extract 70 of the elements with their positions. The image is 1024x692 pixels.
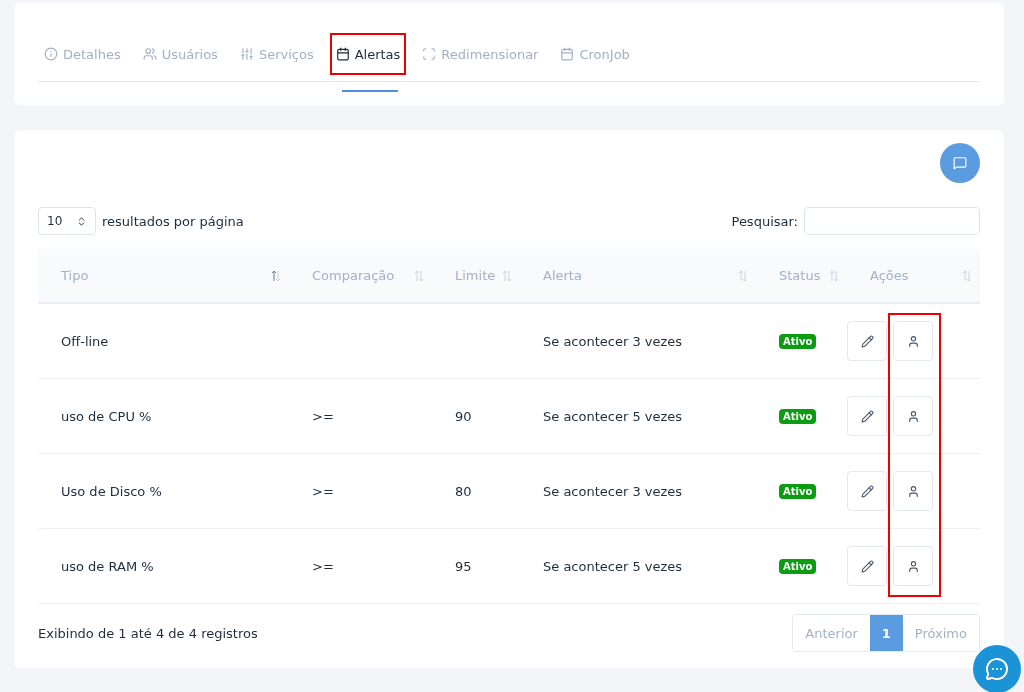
- table-cell-text: uso de RAM %: [60, 558, 155, 574]
- edit-button[interactable]: [847, 321, 887, 361]
- column-header[interactable]: Tipo: [38, 249, 289, 302]
- status-badge: Ativo: [779, 408, 817, 424]
- sort-caret-icon: [76, 215, 87, 227]
- column-label: Tipo: [61, 268, 89, 283]
- pencil-icon: [860, 334, 874, 348]
- pencil-icon: [860, 409, 874, 423]
- tab-label: Usuários: [161, 46, 218, 62]
- status-badge: Ativo: [779, 333, 817, 349]
- edit-button[interactable]: [847, 396, 887, 436]
- status-badge: Ativo: [779, 483, 817, 499]
- search-field[interactable]: [804, 207, 980, 235]
- user-button[interactable]: [893, 546, 933, 586]
- page-size-select[interactable]: 10: [38, 207, 96, 235]
- user-button[interactable]: [893, 471, 933, 511]
- edit-button[interactable]: [847, 546, 887, 586]
- sliders-icon: [239, 47, 254, 61]
- calendar-icon: [560, 47, 575, 61]
- column-label: Comparação: [312, 268, 395, 283]
- records-info: Exibindo de 1 até 4 de 4 registros: [38, 625, 258, 641]
- user-icon: [906, 559, 920, 573]
- table-cell-text: Se acontecer 3 vezes: [542, 333, 684, 349]
- user-icon: [906, 409, 920, 423]
- edit-button[interactable]: [847, 471, 887, 511]
- search-label: Pesquisar:: [731, 213, 798, 229]
- users-icon: [142, 47, 157, 61]
- user-button[interactable]: [893, 396, 933, 436]
- user-icon: [906, 334, 920, 348]
- table-cell-text: >=: [311, 408, 335, 424]
- tab-label: CronJob: [579, 46, 630, 62]
- comment-button[interactable]: [940, 143, 980, 183]
- column-label: Limite: [455, 268, 496, 283]
- comment-icon: [953, 156, 967, 170]
- pencil-icon: [860, 559, 874, 573]
- table-cell-text: >=: [311, 483, 335, 499]
- user-button[interactable]: [893, 321, 933, 361]
- tab-label: Redimensionar: [441, 46, 539, 62]
- table-cell-text: Uso de Disco %: [60, 483, 163, 499]
- table-cell-text: 90: [454, 408, 473, 424]
- status-badge: Ativo: [779, 558, 817, 574]
- table-cell-text: Se acontecer 5 vezes: [542, 408, 684, 424]
- calendar-icon: [335, 47, 350, 61]
- table-cell-text: 80: [454, 483, 473, 499]
- tab-label: Serviços: [258, 46, 314, 62]
- user-icon: [906, 484, 920, 498]
- page-button[interactable]: 1: [869, 615, 903, 651]
- column-label: Alerta: [543, 268, 582, 283]
- tab-label: Detalhes: [63, 46, 121, 62]
- column-header[interactable]: Comparação: [289, 249, 432, 302]
- page-size-value: 10: [47, 214, 63, 228]
- table-cell-text: Se acontecer 3 vezes: [542, 483, 684, 499]
- column-label: Ações: [870, 268, 909, 283]
- table-cell-text: uso de CPU %: [60, 408, 153, 424]
- info-icon: [44, 47, 58, 61]
- column-header[interactable]: Status: [756, 249, 847, 302]
- chat-icon: [985, 657, 1009, 681]
- page-size-label: resultados por página: [102, 213, 244, 229]
- table-cell-text: Se acontecer 5 vezes: [542, 558, 684, 574]
- column-header[interactable]: Ações: [847, 249, 980, 302]
- frame-icon: [422, 47, 437, 61]
- column-header[interactable]: Limite: [432, 249, 520, 302]
- table-cell-text: Off-line: [60, 333, 110, 349]
- column-label: Status: [779, 268, 821, 283]
- table-cell-text: >=: [311, 558, 335, 574]
- tab-label: Alertas: [354, 46, 401, 62]
- table-cell-text: 95: [454, 558, 473, 574]
- chat-button[interactable]: [973, 645, 1021, 692]
- pencil-icon: [860, 484, 874, 498]
- column-header[interactable]: Alerta: [520, 249, 756, 302]
